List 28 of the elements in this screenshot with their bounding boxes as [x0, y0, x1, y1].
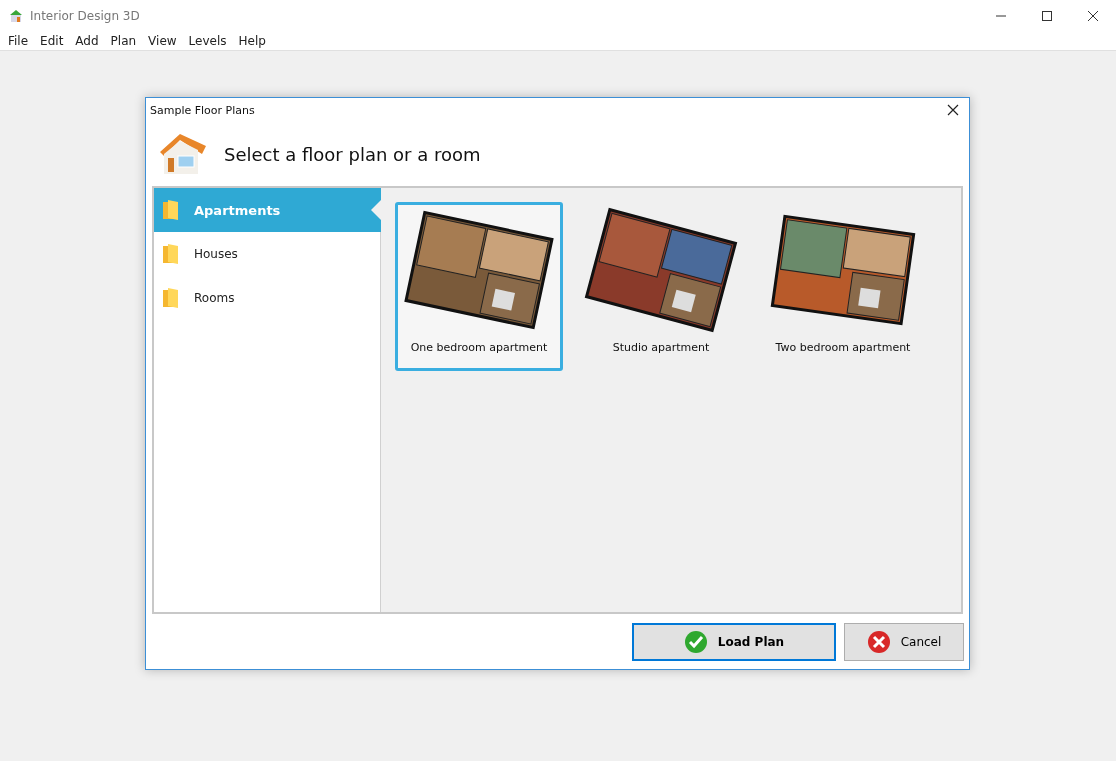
- close-icon[interactable]: [947, 104, 959, 116]
- menu-item[interactable]: View: [148, 34, 177, 48]
- floor-plan-card[interactable]: One bedroom apartment: [395, 202, 563, 371]
- menu-item[interactable]: File: [8, 34, 29, 48]
- load-plan-button[interactable]: Load Plan: [632, 622, 836, 661]
- menu-item[interactable]: Help: [238, 34, 266, 48]
- cancel-icon: [866, 629, 891, 654]
- checkmark-icon: [683, 629, 708, 654]
- dialog-heading: Select a floor plan or a room: [224, 143, 481, 165]
- floor-plan-label: Studio apartment: [612, 341, 710, 354]
- menu-item[interactable]: Edit: [40, 34, 64, 48]
- dialog-title: Sample Floor Plans: [150, 103, 255, 117]
- cancel-button[interactable]: Cancel: [844, 622, 964, 661]
- floor-plan-card[interactable]: Two bedroom apartment: [759, 202, 927, 371]
- folder-icon: [162, 243, 180, 265]
- menu-item[interactable]: Add: [75, 34, 99, 48]
- category-item[interactable]: Rooms: [154, 276, 380, 320]
- app-house-icon: [8, 8, 24, 24]
- window-title: Interior Design 3D: [30, 9, 140, 23]
- category-item[interactable]: Houses: [154, 232, 380, 276]
- house-icon: [158, 132, 208, 176]
- floor-plan-card[interactable]: Studio apartment: [577, 202, 745, 371]
- menu-item[interactable]: Plan: [110, 34, 137, 48]
- menu-item[interactable]: Levels: [188, 34, 227, 48]
- folder-icon: [162, 287, 180, 309]
- floor-plan-label: Two bedroom apartment: [775, 341, 911, 354]
- folder-icon: [162, 199, 180, 221]
- floor-plan-label: One bedroom apartment: [410, 341, 548, 354]
